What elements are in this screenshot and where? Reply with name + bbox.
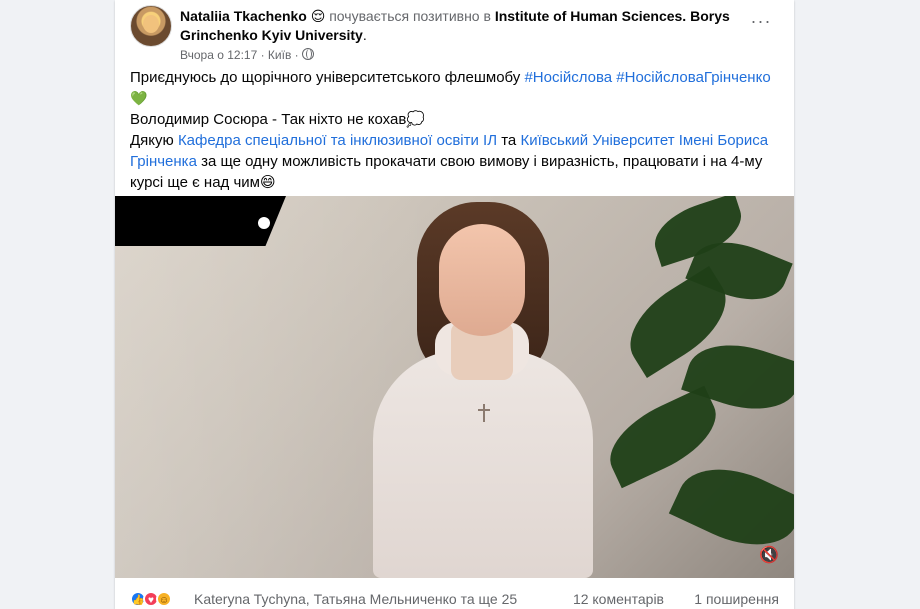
thanks-and: та [501, 132, 517, 149]
post-meta: Вчора о 12:17 · Київ · [180, 48, 314, 62]
green-heart-emoji: 💚 [130, 90, 148, 106]
speaker-figure [335, 196, 635, 578]
feeling-text: почувається позитивно в [329, 8, 491, 24]
mute-icon[interactable]: 🔇 [757, 546, 781, 566]
post-card: Nataliia Tkachenko 😌 почувається позитив… [115, 0, 794, 609]
record-dot-icon [258, 217, 270, 229]
more-options-icon[interactable]: ··· [747, 9, 775, 33]
post-footer: 👍 ♥ ☺ Kateryna Tychyna, Татьяна Мельниче… [130, 588, 779, 609]
department-link[interactable]: Кафедра спеціальної та інклюзивної освіт… [178, 132, 497, 149]
author-name[interactable]: Nataliia Tkachenko [180, 8, 307, 24]
reactors-text[interactable]: Kateryna Tychyna, Татьяна Мельниченко та… [194, 591, 517, 607]
globe-icon [302, 48, 314, 60]
post-title-line: Nataliia Tkachenko 😌 почувається позитив… [180, 8, 730, 43]
avatar-face [143, 15, 159, 33]
hashtag-nosiyslova-grinchenko[interactable]: #НосійсловаГрінченко [616, 69, 770, 86]
thanks-prefix: Дякую [130, 132, 174, 149]
post-location[interactable]: Київ [268, 48, 291, 62]
post-time[interactable]: Вчора о 12:17 [180, 48, 257, 62]
feeling-emoji: 😌 [310, 8, 326, 24]
sweater [373, 350, 593, 578]
comments-count[interactable]: 12 коментарів [573, 591, 664, 607]
shares-count[interactable]: 1 поширення [694, 591, 779, 607]
hashtag-nosiyslova[interactable]: #Носійслова [524, 69, 612, 86]
plant [597, 196, 794, 578]
care-icon: ☺ [156, 591, 172, 607]
video-player[interactable]: 🔇 [115, 196, 794, 578]
face [439, 224, 525, 336]
reaction-icons[interactable]: 👍 ♥ ☺ [130, 588, 185, 609]
post-text-line1: Приєднуюсь до щорічного університетськог… [130, 69, 521, 86]
post-text: Приєднуюсь до щорічного університетськог… [130, 67, 784, 193]
author-avatar[interactable] [130, 5, 172, 47]
thanks-suffix: за ще одну можливість прокачати свою вим… [130, 153, 763, 191]
cross-pendant [478, 404, 490, 422]
post-header: Nataliia Tkachenko 😌 почувається позитив… [130, 5, 779, 62]
poem-line: Володимир Сосюра - Так ніхто не кохав💭 [130, 111, 425, 128]
